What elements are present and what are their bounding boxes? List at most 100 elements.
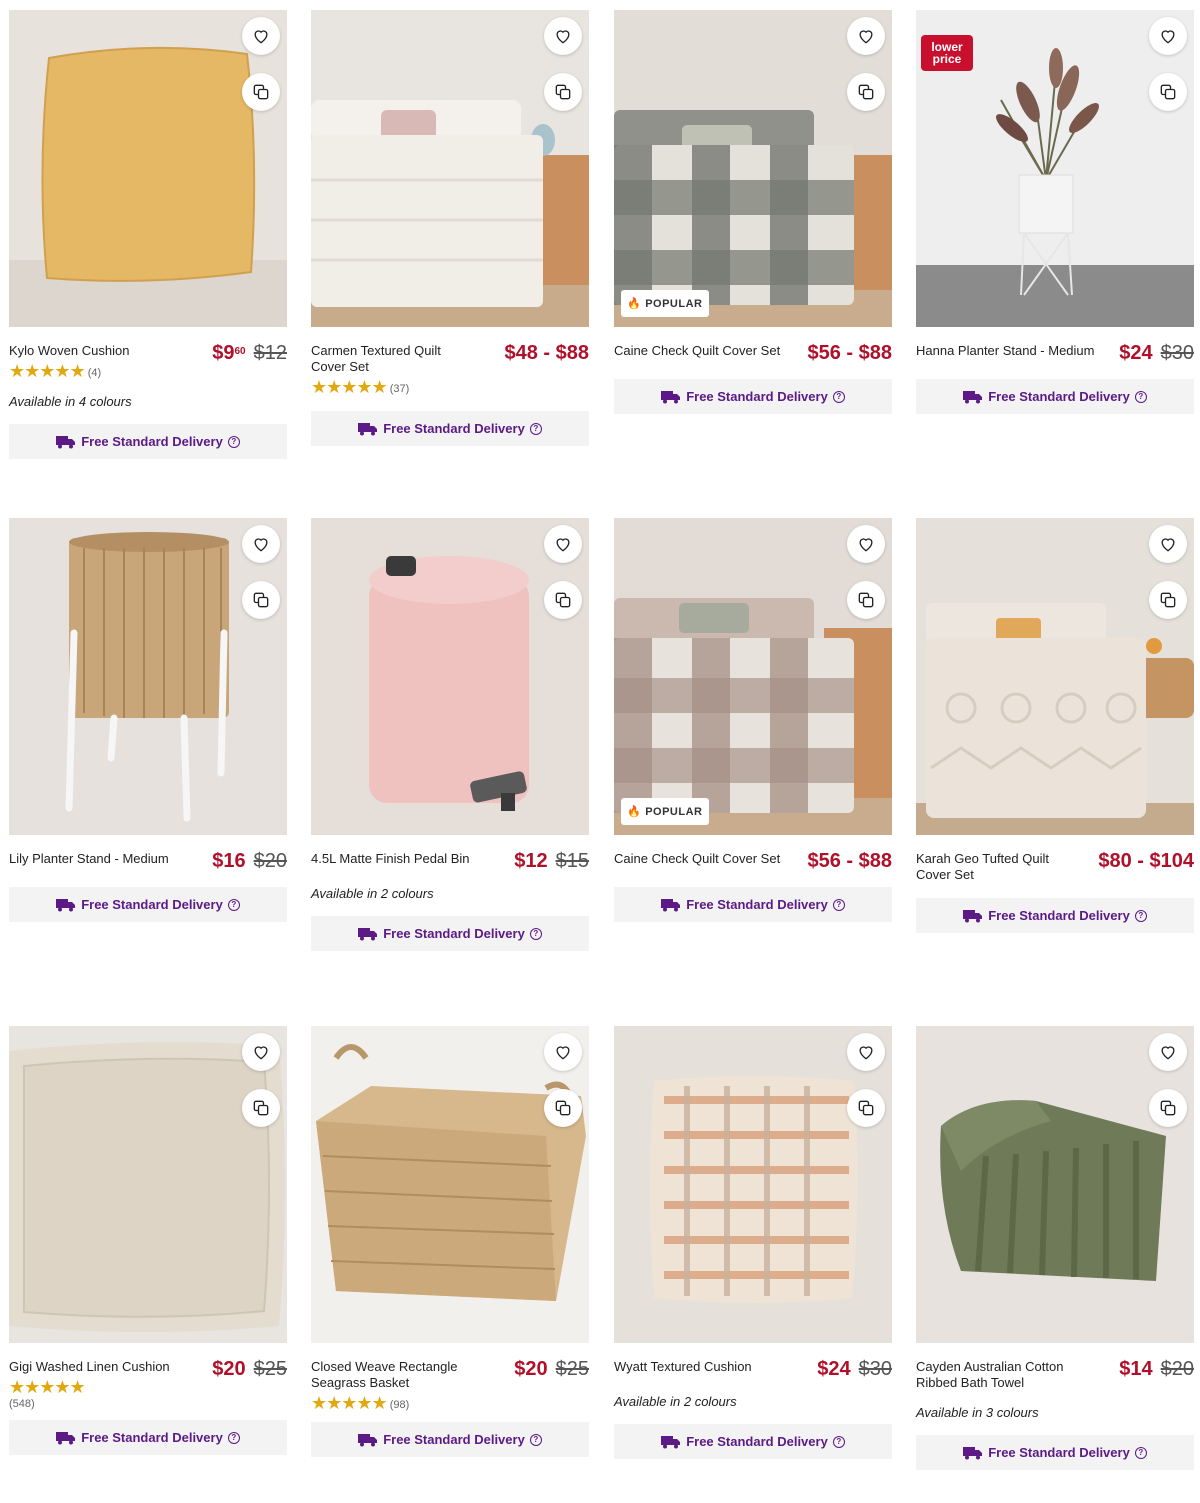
- help-icon[interactable]: ?: [227, 435, 240, 448]
- help-icon[interactable]: ?: [832, 1435, 845, 1448]
- product-title[interactable]: Wyatt Textured Cushion: [614, 1359, 752, 1375]
- rating-stars: ★★★★★: [9, 361, 86, 381]
- delivery-banner[interactable]: Free Standard Delivery ?: [311, 1422, 589, 1457]
- product-card[interactable]: Cayden Australian Cotton Ribbed Bath Tow…: [916, 1026, 1194, 1470]
- favourite-button[interactable]: [847, 1033, 885, 1071]
- product-card[interactable]: Gigi Washed Linen Cushion ★★★★★ (548) $2…: [9, 1026, 287, 1455]
- product-card[interactable]: Wyatt Textured Cushion $24 $30 Available…: [614, 1026, 892, 1459]
- help-icon[interactable]: ?: [1134, 390, 1147, 403]
- product-title[interactable]: Kylo Woven Cushion: [9, 343, 129, 359]
- compare-button[interactable]: [847, 581, 885, 619]
- product-title[interactable]: Caine Check Quilt Cover Set: [614, 851, 780, 867]
- product-card[interactable]: lower price Hanna Planter Stand - Medium …: [916, 10, 1194, 414]
- product-image[interactable]: 🔥 POPULAR: [614, 10, 892, 327]
- product-card[interactable]: Kylo Woven Cushion ★★★★★ (4) $960 $12 Av…: [9, 10, 287, 459]
- product-image[interactable]: [311, 1026, 589, 1343]
- compare-button[interactable]: [544, 1089, 582, 1127]
- price-was: $25: [555, 1358, 589, 1380]
- delivery-label: Free Standard Delivery: [81, 897, 223, 912]
- product-image[interactable]: [614, 1026, 892, 1343]
- product-card[interactable]: Closed Weave Rectangle Seagrass Basket ★…: [311, 1026, 589, 1457]
- compare-icon: [555, 84, 571, 100]
- heart-icon: [859, 538, 873, 552]
- product-card[interactable]: Lily Planter Stand - Medium $16 $20 Free…: [9, 518, 287, 922]
- product-title[interactable]: Lily Planter Stand - Medium: [9, 851, 169, 867]
- help-icon[interactable]: ?: [227, 1431, 240, 1444]
- favourite-button[interactable]: [242, 525, 280, 563]
- favourite-button[interactable]: [847, 17, 885, 55]
- compare-button[interactable]: [1149, 581, 1187, 619]
- product-card[interactable]: 🔥 POPULAR Caine Check Quilt Cover Set $56…: [614, 518, 892, 922]
- rating-stars: ★★★★★: [311, 377, 388, 397]
- help-icon[interactable]: ?: [1134, 909, 1147, 922]
- delivery-banner[interactable]: Free Standard Delivery ?: [9, 1420, 287, 1455]
- product-title[interactable]: Caine Check Quilt Cover Set: [614, 343, 780, 359]
- product-image[interactable]: [9, 518, 287, 835]
- favourite-button[interactable]: [544, 1033, 582, 1071]
- truck-icon: [963, 910, 983, 923]
- favourite-button[interactable]: [1149, 525, 1187, 563]
- delivery-banner[interactable]: Free Standard Delivery ?: [311, 916, 589, 951]
- product-card[interactable]: Karah Geo Tufted Quilt Cover Set $80 - $…: [916, 518, 1194, 933]
- heart-icon: [556, 538, 570, 552]
- truck-icon: [358, 1434, 378, 1447]
- rating: ★★★★★ (4): [9, 362, 129, 380]
- delivery-banner[interactable]: Free Standard Delivery ?: [916, 379, 1194, 414]
- product-card[interactable]: Carmen Textured Quilt Cover Set ★★★★★ (3…: [311, 10, 589, 446]
- compare-button[interactable]: [544, 73, 582, 111]
- favourite-button[interactable]: [1149, 1033, 1187, 1071]
- favourite-button[interactable]: [242, 1033, 280, 1071]
- product-image[interactable]: [311, 10, 589, 327]
- compare-button[interactable]: [544, 581, 582, 619]
- help-icon[interactable]: ?: [227, 898, 240, 911]
- compare-button[interactable]: [847, 73, 885, 111]
- product-card[interactable]: 🔥 POPULAR Caine Check Quilt Cover Set $56…: [614, 10, 892, 414]
- product-title[interactable]: Hanna Planter Stand - Medium: [916, 343, 1094, 359]
- favourite-button[interactable]: [847, 525, 885, 563]
- price: $48 - $88: [504, 342, 589, 364]
- product-title[interactable]: 4.5L Matte Finish Pedal Bin: [311, 851, 470, 867]
- flame-icon: 🔥: [627, 298, 642, 310]
- product-image[interactable]: [9, 10, 287, 327]
- favourite-button[interactable]: [544, 17, 582, 55]
- compare-button[interactable]: [1149, 1089, 1187, 1127]
- help-icon[interactable]: ?: [529, 1433, 542, 1446]
- help-icon[interactable]: ?: [529, 927, 542, 940]
- help-icon[interactable]: ?: [832, 898, 845, 911]
- delivery-banner[interactable]: Free Standard Delivery ?: [311, 411, 589, 446]
- delivery-banner[interactable]: Free Standard Delivery ?: [614, 887, 892, 922]
- delivery-banner[interactable]: Free Standard Delivery ?: [916, 1435, 1194, 1470]
- help-icon[interactable]: ?: [832, 390, 845, 403]
- product-image[interactable]: 🔥 POPULAR: [614, 518, 892, 835]
- product-title[interactable]: Gigi Washed Linen Cushion: [9, 1359, 170, 1375]
- compare-button[interactable]: [1149, 73, 1187, 111]
- delivery-banner[interactable]: Free Standard Delivery ?: [9, 887, 287, 922]
- price: $14 $20: [1119, 1358, 1194, 1380]
- favourite-button[interactable]: [242, 17, 280, 55]
- product-image[interactable]: lower price: [916, 10, 1194, 327]
- compare-button[interactable]: [242, 1089, 280, 1127]
- favourite-button[interactable]: [544, 525, 582, 563]
- rating: ★★★★★ (37): [311, 378, 461, 396]
- favourite-button[interactable]: [1149, 17, 1187, 55]
- delivery-banner[interactable]: Free Standard Delivery ?: [614, 379, 892, 414]
- delivery-banner[interactable]: Free Standard Delivery ?: [9, 424, 287, 459]
- product-image[interactable]: [916, 1026, 1194, 1343]
- product-title[interactable]: Carmen Textured Quilt Cover Set: [311, 343, 461, 375]
- delivery-banner[interactable]: Free Standard Delivery ?: [916, 898, 1194, 933]
- product-title[interactable]: Cayden Australian Cotton Ribbed Bath Tow…: [916, 1359, 1066, 1391]
- compare-icon: [253, 592, 269, 608]
- product-title[interactable]: Closed Weave Rectangle Seagrass Basket: [311, 1359, 461, 1391]
- product-image[interactable]: [311, 518, 589, 835]
- price: $56 - $88: [807, 850, 892, 872]
- product-image[interactable]: [916, 518, 1194, 835]
- help-icon[interactable]: ?: [1134, 1446, 1147, 1459]
- product-card[interactable]: 4.5L Matte Finish Pedal Bin $12 $15 Avai…: [311, 518, 589, 951]
- help-icon[interactable]: ?: [529, 422, 542, 435]
- product-image[interactable]: [9, 1026, 287, 1343]
- compare-button[interactable]: [242, 581, 280, 619]
- product-title[interactable]: Karah Geo Tufted Quilt Cover Set: [916, 851, 1066, 883]
- compare-button[interactable]: [242, 73, 280, 111]
- compare-button[interactable]: [847, 1089, 885, 1127]
- delivery-banner[interactable]: Free Standard Delivery ?: [614, 1424, 892, 1459]
